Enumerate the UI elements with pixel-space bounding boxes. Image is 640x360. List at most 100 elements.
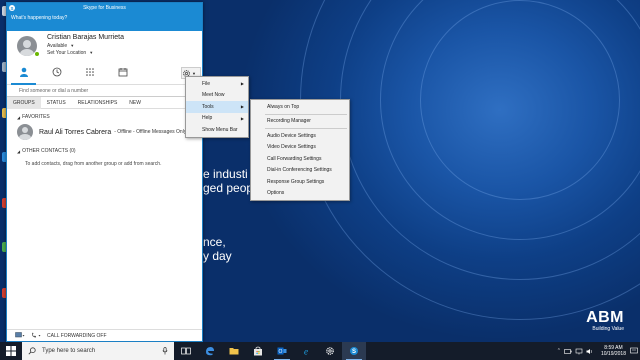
status-dropdown[interactable]: Available ▼ [47,43,74,49]
menu-item-label: File [202,80,211,87]
favorites-label: FAVORITES [22,114,50,120]
globe-outline [420,0,620,200]
user-name: Cristian Barajas Murrieta [47,34,125,41]
menu-divider [265,113,347,115]
outlook-icon: O [277,347,287,355]
chevron-right-icon: ▶ [240,104,244,110]
taskbar-clock[interactable]: 8:59 AM 10/19/2018 [601,345,626,357]
window-title: Skype for Business [83,5,126,11]
task-view-button[interactable] [174,342,198,360]
menu-item-dial-in-conferencing-settings[interactable]: Dial-in Conferencing Settings [251,165,349,177]
menu-item-audio-device-settings[interactable]: Audio Device Settings [251,130,349,142]
location-label: Set Your Location [47,50,87,56]
device-selector-button[interactable] [15,332,25,339]
conversations-tab[interactable] [40,59,73,85]
taskbar-app-internet-explorer[interactable]: e [294,342,318,360]
desktop-text-line: ged peopl [203,181,256,195]
taskbar-search-placeholder: Type here to search [42,348,96,354]
menu-item-label: Tools [202,103,214,110]
menu-item-always-on-top[interactable]: Always on Top [251,101,349,113]
chevron-down-icon: ▼ [89,50,94,55]
location-dropdown[interactable]: Set Your Location ▼ [47,50,93,56]
battery-icon[interactable] [564,348,572,355]
contact-name: Raul Ali Torres Cabrera [39,128,112,136]
call-forwarding-status: CALL FORWARDING OFF [47,332,107,339]
network-icon[interactable] [575,348,583,355]
add-contacts-hint: To add contacts, drag from another group… [25,161,162,167]
microphone-icon[interactable] [162,347,168,355]
contacts-icon [19,67,28,77]
folder-icon [229,348,239,355]
notifications-icon[interactable] [630,347,638,355]
menu-item-tools[interactable]: Tools ▶ [186,101,248,113]
skype-logo-icon: S [9,5,15,11]
skype-window: S Skype for Business What's happening to… [6,2,203,342]
desktop-text-line: y day [203,249,232,263]
list-item[interactable]: Raul Ali Torres Cabrera - Offline - Offl… [7,121,202,143]
clock-icon [52,67,61,76]
menu-item-show-menu-bar[interactable]: Show Menu Bar [186,124,248,136]
contact-presence-note: - Offline - Offline Messages Only [114,129,187,135]
status-label: Available [47,43,68,49]
other-contacts-label: OTHER CONTACTS (0) [22,148,76,154]
menu-divider [265,128,347,129]
skype-titlebar[interactable]: S Skype for Business [7,3,202,13]
chevron-right-icon: ▶ [240,81,244,87]
task-view-icon [181,347,191,355]
menu-item-recording-manager[interactable]: Recording Manager [251,116,349,128]
other-contacts-group-header[interactable]: ◢ OTHER CONTACTS (0) [7,147,202,155]
svg-text:O: O [279,349,283,355]
taskbar-app-outlook[interactable]: O [270,342,294,360]
menu-item-meet-now[interactable]: Meet Now [186,90,248,102]
menu-item-response-group-settings[interactable]: Response Group Settings [251,176,349,188]
taskbar-app-edge[interactable] [198,342,222,360]
internet-explorer-icon: e [304,347,308,357]
dialpad-tab[interactable] [73,59,106,85]
svg-text:S: S [352,349,356,355]
contacts-tab[interactable] [7,59,40,85]
chevron-up-icon[interactable]: ⌃ [557,348,561,354]
menu-item-options[interactable]: Options [251,188,349,200]
tab-new[interactable]: NEW [123,97,147,109]
menu-item-video-device-settings[interactable]: Video Device Settings [251,142,349,154]
contact-view-tabs: GROUPS STATUS RELATIONSHIPS NEW [7,96,202,109]
skype-logo-icon: S [350,347,358,355]
abm-brand: ABM [586,309,624,326]
menu-item-help[interactable]: Help ▶ [186,113,248,125]
profile-area: Cristian Barajas Murrieta Available ▼ Set… [7,31,202,59]
menu-item-call-forwarding-settings[interactable]: Call Forwarding Settings [251,153,349,165]
search-placeholder: Find someone or dial a number [19,87,89,94]
search-icon [28,347,36,355]
phone-forward-icon [32,332,41,338]
start-button[interactable] [0,342,22,360]
favorites-group-header[interactable]: ◢ FAVORITES [7,113,202,121]
status-footer: CALL FORWARDING OFF [7,329,202,341]
mood-bar: What's happening today? [7,13,202,31]
dialpad-icon [85,67,94,76]
taskbar-search-input[interactable]: Type here to search [22,342,174,360]
tab-status[interactable]: STATUS [41,97,72,109]
menu-item-label: Help [202,115,213,122]
gear-icon [326,347,334,355]
store-bag-icon [254,346,262,356]
taskbar-app-file-explorer[interactable] [222,342,246,360]
mood-input[interactable]: What's happening today? [11,13,202,21]
menu-item-file[interactable]: File ▶ [186,78,248,90]
main-toolbar: ▼ [7,59,202,85]
volume-icon[interactable] [586,348,594,355]
meetings-tab[interactable] [106,59,139,85]
contact-avatar [17,124,33,140]
taskbar-app-skype-for-business[interactable]: S [342,342,366,360]
taskbar-app-settings[interactable] [318,342,342,360]
call-forwarding-button[interactable] [31,332,41,339]
desktop-text-line: e industi [203,167,248,181]
menu-item-label: Show Menu Bar [202,126,238,133]
search-input[interactable]: Find someone or dial a number [7,85,202,97]
tab-groups[interactable]: GROUPS [7,96,41,109]
desktop-text-line: nce, [203,235,226,249]
taskbar-app-store[interactable] [246,342,270,360]
tab-relationships[interactable]: RELATIONSHIPS [72,97,124,109]
options-menu: File ▶ Meet Now Tools ▶ Help ▶ Show Menu Ba… [185,76,249,138]
menu-item-label: Meet Now [202,92,225,99]
edge-icon [206,347,214,356]
